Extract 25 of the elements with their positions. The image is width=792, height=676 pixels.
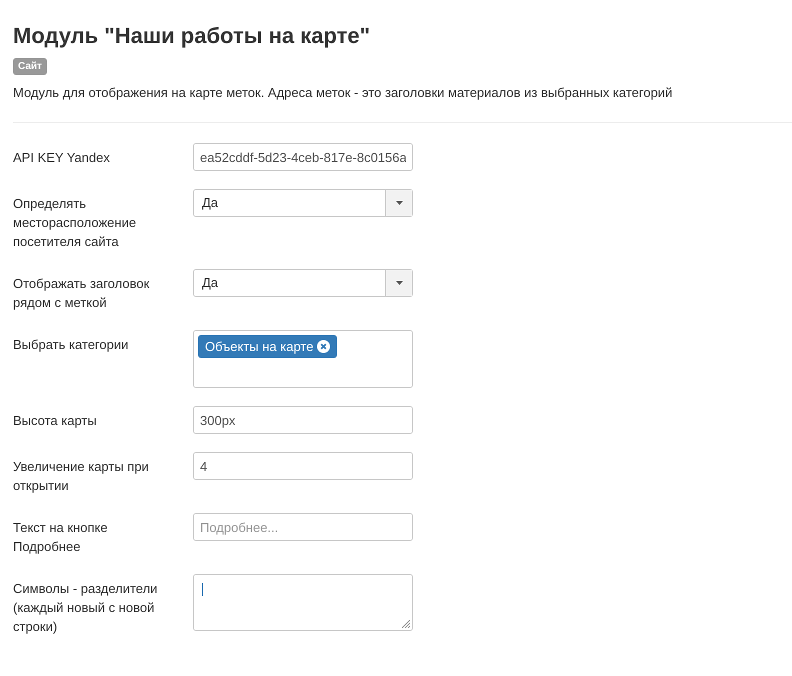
field-label: Отображать заголовок рядом с меткой	[13, 275, 150, 312]
page-title: Модуль "Наши работы на карте"	[13, 22, 372, 50]
input-field[interactable]: 300px	[193, 406, 413, 434]
field-label: Символы - разделители (каждый новый с новой строки)	[13, 580, 158, 636]
input-field[interactable]: 4	[193, 452, 413, 480]
remove-icon[interactable]	[317, 340, 330, 353]
module-description: Модуль для отображения на карте меток. Адреса меток - это заголовки материалов из выбранных категорий	[13, 84, 674, 102]
tag-label: Объекты на карте	[205, 338, 314, 356]
select-field[interactable]: Да	[193, 269, 413, 297]
field-label: Определять месторасположение посетителя сайта	[13, 195, 138, 251]
input-field[interactable]: Подробнее...	[193, 513, 413, 541]
field-label: Текст на кнопке Подробнее	[13, 519, 109, 556]
textarea-field[interactable]	[193, 574, 413, 631]
select-value: Да	[201, 274, 220, 292]
field-label: Увеличение карты при открытии	[13, 458, 150, 495]
field-label: Высота карты	[13, 412, 98, 430]
caret-icon	[396, 281, 402, 285]
resize-handle-icon[interactable]	[402, 620, 410, 628]
select-value: Да	[201, 194, 220, 212]
select-field[interactable]: Да	[193, 189, 413, 217]
field-label: Выбрать категории	[13, 336, 130, 354]
tag-field[interactable]: Объекты на карте	[193, 330, 413, 388]
field-label: API KEY Yandex	[13, 149, 111, 167]
caret-icon	[396, 201, 402, 205]
site-badge: Сайт	[13, 58, 47, 75]
